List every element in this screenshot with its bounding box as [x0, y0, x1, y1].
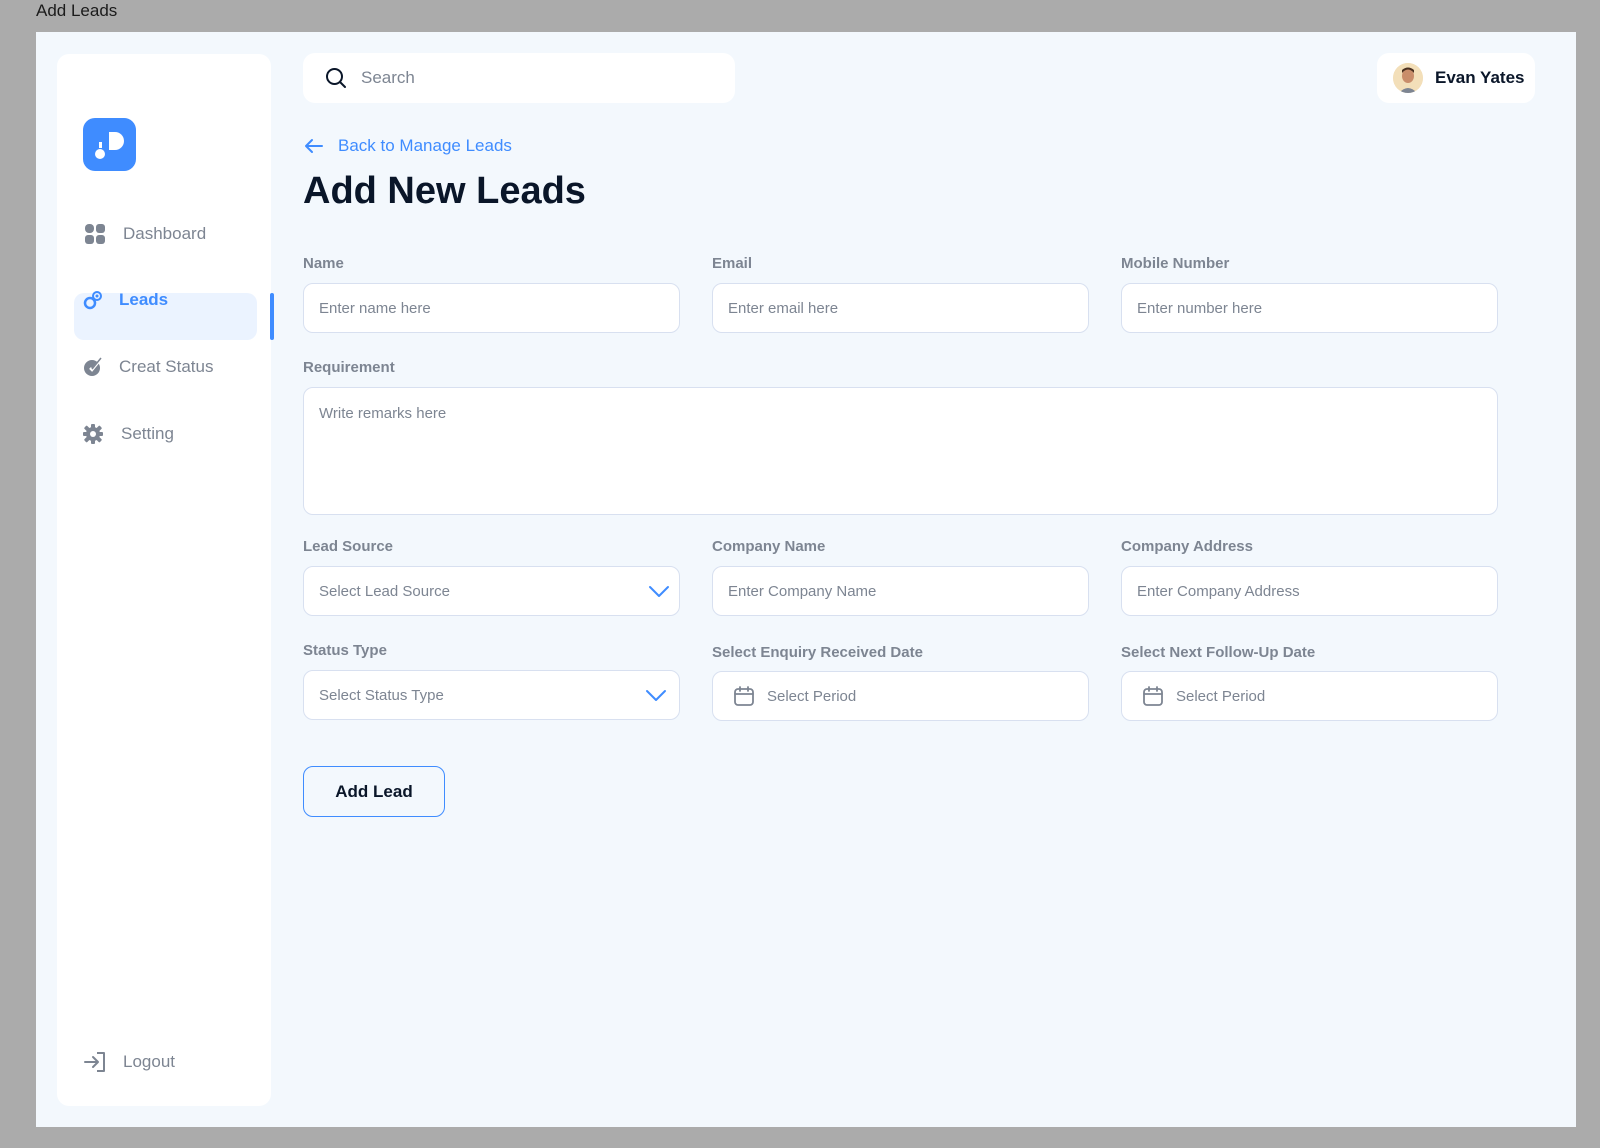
enquiry-date-placeholder: Select Period	[767, 687, 857, 705]
avatar	[1393, 63, 1423, 93]
followup-date-label: Select Next Follow-Up Date	[1121, 644, 1316, 661]
search-icon	[325, 67, 347, 89]
enquiry-date-label: Select Enquiry Received Date	[712, 644, 923, 661]
app-frame: Dashboard Leads Creat Status Setting Log…	[36, 32, 1576, 1127]
user-profile[interactable]: Evan Yates	[1377, 53, 1535, 103]
logout-label: Logout	[123, 1052, 175, 1071]
window-title: Add Leads	[36, 1, 118, 20]
search-bar[interactable]: Search	[303, 53, 735, 103]
sidebar: Dashboard Leads Creat Status Setting Log…	[57, 54, 274, 1106]
email-label: Email	[712, 255, 753, 272]
app-logo[interactable]	[83, 118, 136, 171]
requirement-textarea[interactable]: Write remarks here	[303, 387, 1498, 515]
followup-date-picker[interactable]: Select Period	[1121, 671, 1498, 721]
back-link-label: Back to Manage Leads	[338, 136, 512, 155]
calendar-icon	[733, 685, 755, 707]
back-to-manage-leads-link[interactable]: Back to Manage Leads	[304, 136, 512, 156]
enquiry-date-picker[interactable]: Select Period	[712, 671, 1089, 721]
email-field[interactable]: Enter email here	[712, 283, 1089, 333]
sidebar-item-setting[interactable]: Setting	[81, 422, 174, 446]
company-name-label: Company Name	[712, 538, 826, 555]
lead-source-select[interactable]: Select Lead Source	[303, 566, 680, 616]
company-name-placeholder: Enter Company Name	[728, 582, 877, 600]
lead-source-placeholder: Select Lead Source	[319, 582, 450, 600]
followup-date-placeholder: Select Period	[1176, 687, 1266, 705]
name-label: Name	[303, 255, 344, 272]
requirement-label: Requirement	[303, 359, 395, 376]
name-placeholder: Enter name here	[319, 299, 431, 317]
sidebar-item-dashboard[interactable]: Dashboard	[83, 222, 206, 246]
company-address-field[interactable]: Enter Company Address	[1121, 566, 1498, 616]
mobile-placeholder: Enter number here	[1137, 299, 1263, 317]
mobile-number-field[interactable]: Enter number here	[1121, 283, 1498, 333]
name-field[interactable]: Enter name here	[303, 283, 680, 333]
email-placeholder: Enter email here	[728, 299, 839, 317]
sidebar-item-label: Setting	[121, 424, 174, 443]
sidebar-item-leads[interactable]: Leads	[81, 288, 168, 312]
company-address-placeholder: Enter Company Address	[1137, 582, 1300, 600]
chevron-down-icon	[648, 581, 670, 605]
status-type-label: Status Type	[303, 642, 387, 659]
arrow-left-icon	[305, 139, 323, 153]
leads-icon	[81, 288, 105, 312]
gear-icon	[81, 422, 105, 446]
status-type-select[interactable]: Select Status Type	[303, 670, 680, 720]
requirement-placeholder: Write remarks here	[319, 405, 447, 422]
sidebar-item-label: Leads	[119, 290, 169, 309]
company-name-field[interactable]: Enter Company Name	[712, 566, 1089, 616]
calendar-icon	[1142, 685, 1164, 707]
page-title: Add New Leads	[303, 170, 586, 212]
logout-icon	[83, 1050, 107, 1074]
sidebar-item-creat-status[interactable]: Creat Status	[81, 355, 214, 379]
status-icon	[81, 355, 105, 379]
mobile-number-label: Mobile Number	[1121, 255, 1230, 272]
sidebar-active-indicator	[270, 293, 274, 340]
sidebar-item-label: Dashboard	[123, 224, 207, 243]
user-name: Evan Yates	[1435, 68, 1525, 87]
add-lead-button[interactable]: Add Lead	[303, 766, 445, 817]
lead-source-label: Lead Source	[303, 538, 394, 555]
status-type-placeholder: Select Status Type	[319, 686, 444, 704]
search-input[interactable]: Search	[361, 68, 415, 88]
company-address-label: Company Address	[1121, 538, 1253, 555]
sidebar-item-label: Creat Status	[119, 357, 214, 376]
chevron-down-icon	[645, 685, 667, 709]
logout-button[interactable]: Logout	[83, 1050, 175, 1074]
dashboard-icon	[83, 222, 107, 246]
